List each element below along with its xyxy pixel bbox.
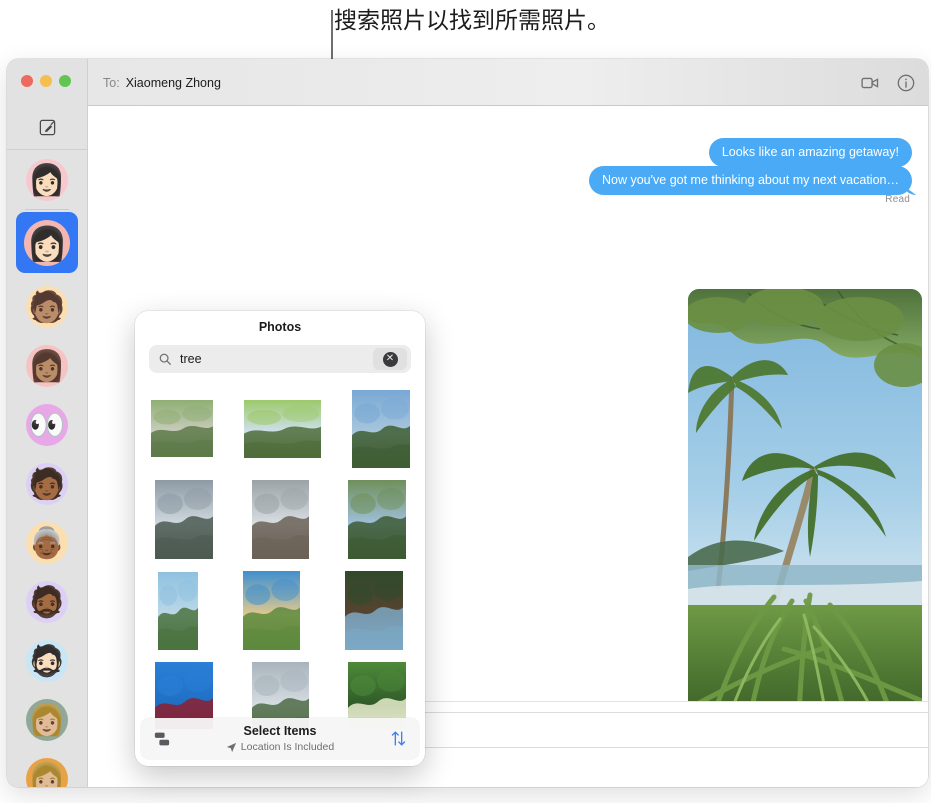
thumb-forest-rocks[interactable] bbox=[150, 400, 213, 457]
titlebar-actions bbox=[860, 59, 916, 106]
avatar: 👩🏻 bbox=[26, 158, 68, 201]
memoji-glyph: 👩🏼 bbox=[28, 762, 66, 788]
avatar: 🧔🏻 bbox=[26, 639, 68, 682]
sidebar-item-conversation-1[interactable]: 👩🏻 bbox=[7, 150, 87, 210]
footer-title: Select Items bbox=[243, 724, 317, 738]
sidebar-item-conversation-4[interactable]: 👩🏽 bbox=[7, 336, 87, 395]
memoji-glyph: 🧔🏻 bbox=[28, 644, 66, 678]
avatar: 🧑🏽 bbox=[26, 285, 68, 328]
facetime-video-icon[interactable] bbox=[860, 73, 880, 93]
message-bubble-outgoing[interactable]: Now you've got me thinking about my next… bbox=[589, 166, 912, 195]
footer-subtitle: Location Is Included bbox=[240, 741, 335, 753]
close-icon: ✕ bbox=[382, 351, 398, 367]
search-input-value[interactable]: tree bbox=[180, 351, 202, 368]
memoji-glyph: 👩🏼 bbox=[28, 703, 66, 737]
memoji-glyph: 👩🏽 bbox=[28, 349, 66, 383]
conversation-list[interactable]: 👩🏻 👩🏻 🧑🏽 👩🏽 👀 🧑🏾 👵🏾 🧔🏾 🧔🏻 👩🏼 👩🏼 bbox=[7, 150, 87, 787]
avatar: 🧔🏾 bbox=[26, 580, 68, 623]
recipient-field[interactable]: To: Xiaomeng Zhong bbox=[103, 59, 221, 106]
thumb-palm-river[interactable] bbox=[351, 389, 410, 468]
location-arrow-icon bbox=[226, 742, 237, 753]
sidebar-item-conversation-10[interactable]: 👩🏼 bbox=[7, 690, 87, 749]
avatar: 👩🏻 bbox=[24, 220, 70, 266]
message-row: Now you've got me thinking about my next… bbox=[589, 166, 912, 195]
compose-new-message-button[interactable] bbox=[7, 106, 87, 150]
photos-popup-title: Photos bbox=[258, 320, 302, 334]
memoji-glyph: 🧑🏾 bbox=[28, 467, 66, 501]
photos-grid-row bbox=[135, 383, 425, 474]
memoji-glyph: 🧑🏽 bbox=[28, 290, 66, 324]
sent-photo-attachment[interactable] bbox=[688, 289, 922, 743]
photos-picker-popup: Photos tree ✕ Select Items Location Is I… bbox=[135, 311, 425, 766]
sidebar-item-conversation-2[interactable]: 👩🏻 bbox=[7, 209, 87, 277]
avatar: 👩🏽 bbox=[26, 344, 68, 387]
recipient-name: Xiaomeng Zhong bbox=[125, 75, 221, 90]
sidebar-item-conversation-9[interactable]: 🧔🏻 bbox=[7, 631, 87, 690]
sort-arrows-icon[interactable] bbox=[389, 729, 408, 748]
minimize-window-button[interactable] bbox=[40, 75, 52, 87]
photos-grid-row bbox=[135, 565, 425, 656]
to-label: To: bbox=[103, 75, 120, 90]
avatar: 🧑🏾 bbox=[26, 462, 68, 505]
sidebar-item-conversation-8[interactable]: 🧔🏾 bbox=[7, 572, 87, 631]
maximize-window-button[interactable] bbox=[59, 75, 71, 87]
sidebar-item-conversation-3[interactable]: 🧑🏽 bbox=[7, 277, 87, 336]
thumb-palm-sky[interactable] bbox=[157, 571, 198, 650]
search-icon bbox=[158, 352, 172, 366]
info-icon[interactable] bbox=[896, 73, 916, 93]
photos-grid[interactable] bbox=[135, 383, 425, 729]
message-row: Looks like an amazing getaway! bbox=[708, 138, 912, 167]
message-bubble-outgoing[interactable]: Looks like an amazing getaway! bbox=[708, 138, 912, 167]
clear-search-button[interactable]: ✕ bbox=[373, 348, 407, 370]
memoji-glyph: 👀 bbox=[28, 408, 66, 442]
sidebar-item-conversation-11[interactable]: 👩🏼 bbox=[7, 749, 87, 787]
screenshot-root: 搜索照片以找到所需照片。 To: Xiaomeng Zhong 👩🏻 👩🏻 🧑🏽… bbox=[0, 0, 931, 803]
thumb-jungle-river[interactable] bbox=[347, 480, 406, 559]
thumb-palm-path[interactable] bbox=[344, 571, 403, 650]
photos-popup-footer: Select Items Location Is Included bbox=[140, 718, 420, 760]
sidebar-item-conversation-5[interactable]: 👀 bbox=[7, 395, 87, 454]
footer-subtitle-row: Location Is Included bbox=[140, 741, 420, 753]
thumb-coastal-cliff-2[interactable] bbox=[251, 480, 309, 559]
avatar: 👀 bbox=[26, 403, 68, 446]
memoji-glyph: 🧔🏾 bbox=[28, 585, 66, 619]
thumb-dog-in-flowers[interactable] bbox=[242, 571, 300, 650]
thumb-coastal-cliff-1[interactable] bbox=[154, 480, 213, 559]
avatar: 👩🏼 bbox=[26, 757, 68, 788]
avatar: 👩🏼 bbox=[26, 698, 68, 741]
avatar: 👵🏾 bbox=[26, 521, 68, 564]
compose-icon bbox=[38, 118, 57, 137]
memoji-glyph: 👵🏾 bbox=[28, 526, 66, 560]
read-receipt-label: Read bbox=[885, 194, 910, 205]
photos-grid-row bbox=[135, 474, 425, 565]
memoji-glyph: 👩🏻 bbox=[28, 163, 66, 197]
thumb-green-meadow[interactable] bbox=[243, 399, 321, 458]
memoji-glyph: 👩🏻 bbox=[26, 225, 68, 262]
photos-search-field[interactable]: tree ✕ bbox=[149, 345, 411, 373]
sidebar-item-conversation-6[interactable]: 🧑🏾 bbox=[7, 454, 87, 513]
callout-text: 搜索照片以找到所需照片。 bbox=[334, 7, 610, 33]
close-window-button[interactable] bbox=[21, 75, 33, 87]
window-titlebar: To: Xiaomeng Zhong bbox=[7, 59, 928, 106]
sidebar-item-conversation-7[interactable]: 👵🏾 bbox=[7, 513, 87, 572]
conversations-sidebar[interactable]: 👩🏻 👩🏻 🧑🏽 👩🏽 👀 🧑🏾 👵🏾 🧔🏾 🧔🏻 👩🏼 👩🏼 bbox=[7, 106, 88, 787]
